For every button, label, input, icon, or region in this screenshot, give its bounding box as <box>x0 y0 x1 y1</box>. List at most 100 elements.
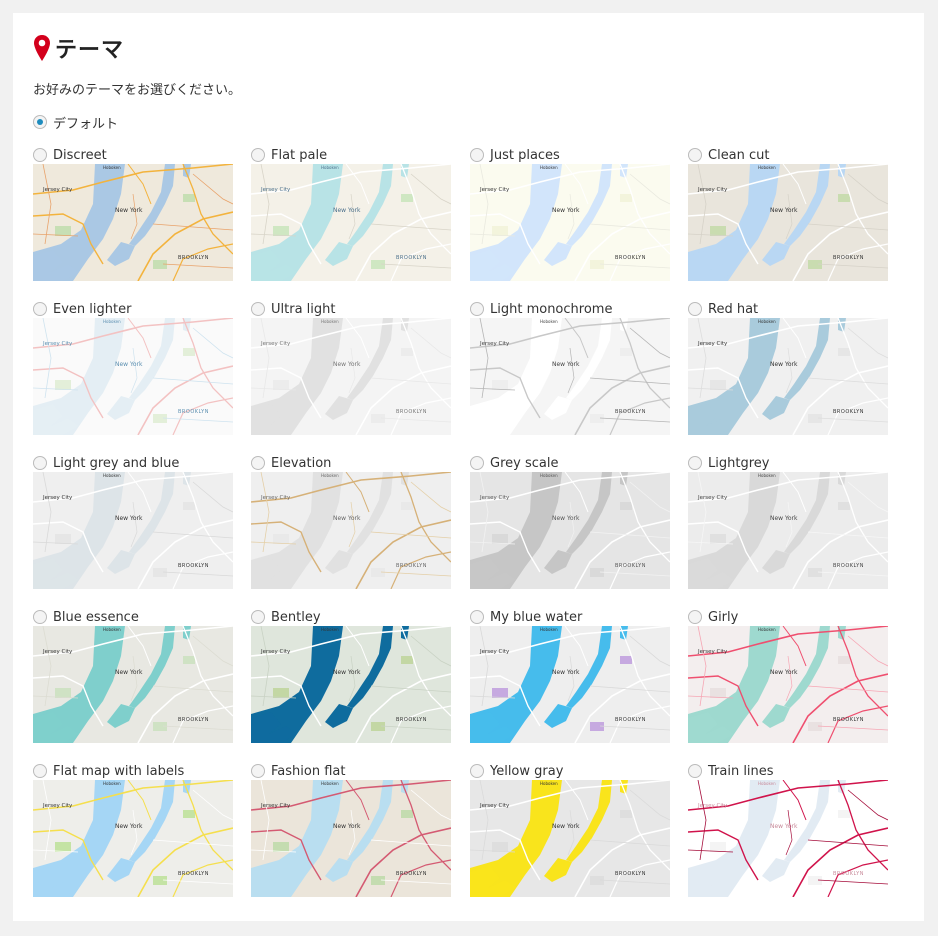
theme-option-elevation[interactable]: Elevation Jersey City New York BROOKLYN Hob… <box>251 454 451 594</box>
theme-option-blue-essence[interactable]: Blue essence Jersey City New York BROOKLYN… <box>33 608 233 748</box>
radio-girly[interactable] <box>688 610 702 624</box>
svg-text:Jersey City: Jersey City <box>42 495 73 501</box>
radio-elevation[interactable] <box>251 456 265 470</box>
svg-text:Jersey City: Jersey City <box>42 187 73 193</box>
theme-preview-map[interactable]: Jersey City New York BROOKLYN Hoboken <box>688 318 888 435</box>
radio-yellow-gray[interactable] <box>470 764 484 778</box>
svg-text:New York: New York <box>333 823 361 830</box>
theme-option-flat-map-with-labels[interactable]: Flat map with labels Jersey City New York… <box>33 762 233 902</box>
theme-option-header[interactable]: My blue water <box>470 608 670 626</box>
theme-preview-map[interactable]: Jersey City New York BROOKLYN Hoboken <box>251 626 451 743</box>
radio-bentley[interactable] <box>251 610 265 624</box>
theme-preview-map[interactable]: Jersey City New York BROOKLYN Hoboken <box>33 318 233 435</box>
theme-option-discreet[interactable]: Discreet Jersey City New York BROOKLYN Hobo… <box>33 146 233 286</box>
theme-option-header[interactable]: Bentley <box>251 608 451 626</box>
svg-text:Hoboken: Hoboken <box>540 319 558 324</box>
svg-text:BROOKLYN: BROOKLYN <box>615 563 646 569</box>
theme-preview-map[interactable]: Jersey City New York BROOKLYN Hoboken <box>33 780 233 897</box>
theme-option-header[interactable]: Fashion flat <box>251 762 451 780</box>
radio-clean-cut[interactable] <box>688 148 702 162</box>
radio-flat-pale[interactable] <box>251 148 265 162</box>
radio-train-lines[interactable] <box>688 764 702 778</box>
theme-preview-map[interactable]: Jersey City New York BROOKLYN Hoboken <box>251 318 451 435</box>
radio-light-monochrome[interactable] <box>470 302 484 316</box>
radio-flat-map-with-labels[interactable] <box>33 764 47 778</box>
theme-option-train-lines[interactable]: Train lines Jersey City New York BROOKLYN H… <box>688 762 888 902</box>
theme-option-header[interactable]: Flat map with labels <box>33 762 233 780</box>
theme-option-just-places[interactable]: Just places Jersey City New York BROOKLYN H… <box>470 146 670 286</box>
theme-option-header[interactable]: Just places <box>470 146 670 164</box>
theme-preview-map[interactable]: Jersey City New York BROOKLYN Hoboken <box>33 626 233 743</box>
map-thumbnail-svg: Jersey City New York BROOKLYN Hoboken <box>688 164 888 281</box>
theme-preview-map[interactable]: Jersey City New York BROOKLYN Hoboken <box>251 472 451 589</box>
radio-even-lighter[interactable] <box>33 302 47 316</box>
map-thumbnail-svg: Jersey City New York BROOKLYN Hoboken <box>688 318 888 435</box>
theme-option-even-lighter[interactable]: Even lighter Jersey City New York BROOKLYN… <box>33 300 233 440</box>
svg-text:New York: New York <box>115 823 143 830</box>
svg-text:Hoboken: Hoboken <box>321 781 339 786</box>
theme-option-header[interactable]: Lightgrey <box>688 454 888 472</box>
section-heading: テーマ <box>33 33 124 63</box>
theme-option-grey-scale[interactable]: Grey scale Jersey City New York BROOKLYN Ho… <box>470 454 670 594</box>
theme-option-header[interactable]: Discreet <box>33 146 233 164</box>
radio-grey-scale[interactable] <box>470 456 484 470</box>
map-thumbnail-svg: Jersey City New York BROOKLYN Hoboken <box>251 472 451 589</box>
radio-light-grey-and-blue[interactable] <box>33 456 47 470</box>
radio-red-hat[interactable] <box>688 302 702 316</box>
theme-option-light-monochrome[interactable]: Light monochrome Jersey City New York BROO… <box>470 300 670 440</box>
theme-option-header[interactable]: Light monochrome <box>470 300 670 318</box>
theme-label: Ultra light <box>271 301 336 317</box>
radio-discreet[interactable] <box>33 148 47 162</box>
theme-option-light-grey-and-blue[interactable]: Light grey and blue Jersey City New York B… <box>33 454 233 594</box>
theme-option-header[interactable]: Light grey and blue <box>33 454 233 472</box>
theme-option-header[interactable]: Clean cut <box>688 146 888 164</box>
radio-blue-essence[interactable] <box>33 610 47 624</box>
radio-fashion-flat[interactable] <box>251 764 265 778</box>
theme-preview-map[interactable]: Jersey City New York BROOKLYN Hoboken <box>688 626 888 743</box>
map-thumbnail-svg: Jersey City New York BROOKLYN Hoboken <box>688 780 888 897</box>
theme-preview-map[interactable]: Jersey City New York BROOKLYN Hoboken <box>470 626 670 743</box>
theme-label: Clean cut <box>708 147 770 163</box>
theme-option-fashion-flat[interactable]: Fashion flat Jersey City New York BROOKLYN… <box>251 762 451 902</box>
theme-preview-map[interactable]: Jersey City New York BROOKLYN Hoboken <box>33 472 233 589</box>
theme-option-header[interactable]: Ultra light <box>251 300 451 318</box>
theme-option-bentley[interactable]: Bentley Jersey City New York BROOKLYN Hobok… <box>251 608 451 748</box>
svg-text:Jersey City: Jersey City <box>697 187 728 193</box>
radio-my-blue-water[interactable] <box>470 610 484 624</box>
theme-option-header[interactable]: Red hat <box>688 300 888 318</box>
theme-preview-map[interactable]: Jersey City New York BROOKLYN Hoboken <box>470 472 670 589</box>
theme-option-header[interactable]: Flat pale <box>251 146 451 164</box>
radio-default-selected[interactable] <box>33 115 47 129</box>
theme-option-header[interactable]: Train lines <box>688 762 888 780</box>
theme-option-girly[interactable]: Girly Jersey City New York BROOKLYN Hoboken <box>688 608 888 748</box>
theme-option-my-blue-water[interactable]: My blue water Jersey City New York BROOKLY… <box>470 608 670 748</box>
theme-option-header[interactable]: Girly <box>688 608 888 626</box>
radio-just-places[interactable] <box>470 148 484 162</box>
theme-option-lightgrey[interactable]: Lightgrey Jersey City New York BROOKLYN Hob… <box>688 454 888 594</box>
theme-preview-map[interactable]: Jersey City New York BROOKLYN Hoboken <box>470 318 670 435</box>
theme-option-ultra-light[interactable]: Ultra light Jersey City New York BROOKLYN H… <box>251 300 451 440</box>
theme-option-yellow-gray[interactable]: Yellow gray Jersey City New York BROOKLYN H… <box>470 762 670 902</box>
map-thumbnail-svg: Jersey City New York BROOKLYN Hoboken <box>470 318 670 435</box>
map-thumbnail-svg: Jersey City New York BROOKLYN Hoboken <box>33 626 233 743</box>
theme-preview-map[interactable]: Jersey City New York BROOKLYN Hoboken <box>688 472 888 589</box>
theme-option-header[interactable]: Grey scale <box>470 454 670 472</box>
theme-preview-map[interactable]: Jersey City New York BROOKLYN Hoboken <box>251 164 451 281</box>
theme-preview-map[interactable]: Jersey City New York BROOKLYN Hoboken <box>688 164 888 281</box>
theme-preview-map[interactable]: Jersey City New York BROOKLYN Hoboken <box>470 780 670 897</box>
theme-option-flat-pale[interactable]: Flat pale Jersey City New York BROOKLYN Hob… <box>251 146 451 286</box>
theme-option-default[interactable]: デフォルト <box>33 113 118 132</box>
svg-text:New York: New York <box>552 823 580 830</box>
theme-preview-map[interactable]: Jersey City New York BROOKLYN Hoboken <box>33 164 233 281</box>
theme-option-header[interactable]: Yellow gray <box>470 762 670 780</box>
theme-preview-map[interactable]: Jersey City New York BROOKLYN Hoboken <box>688 780 888 897</box>
theme-preview-map[interactable]: Jersey City New York BROOKLYN Hoboken <box>251 780 451 897</box>
theme-option-header[interactable]: Blue essence <box>33 608 233 626</box>
theme-option-header[interactable]: Elevation <box>251 454 451 472</box>
theme-option-clean-cut[interactable]: Clean cut Jersey City New York BROOKLYN Hob… <box>688 146 888 286</box>
radio-lightgrey[interactable] <box>688 456 702 470</box>
theme-option-red-hat[interactable]: Red hat Jersey City New York BROOKLYN Hobok… <box>688 300 888 440</box>
theme-preview-map[interactable]: Jersey City New York BROOKLYN Hoboken <box>470 164 670 281</box>
theme-option-header[interactable]: Even lighter <box>33 300 233 318</box>
radio-ultra-light[interactable] <box>251 302 265 316</box>
